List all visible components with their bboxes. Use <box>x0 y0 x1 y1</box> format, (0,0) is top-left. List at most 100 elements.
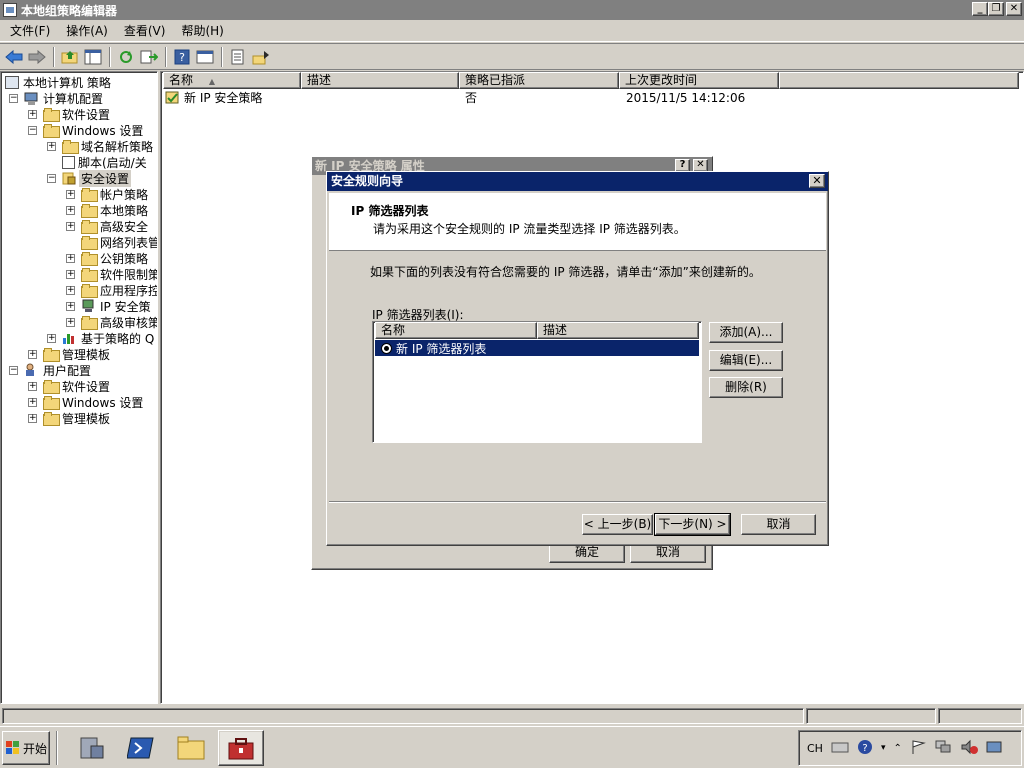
toolbar-separator <box>165 46 167 67</box>
tree-node-windows-settings[interactable]: − Windows 设置 <box>28 122 143 138</box>
tree-root[interactable]: 本地计算机 策略 <box>5 74 111 90</box>
tree-node-advanced-audit[interactable]: + 高级审核策 <box>66 314 157 330</box>
toolbar-separator <box>53 46 55 67</box>
tree-node-app-control[interactable]: + 应用程序控 <box>66 282 157 298</box>
tree-node-network-list[interactable]: 网络列表管 <box>66 234 157 250</box>
column-header-name[interactable]: 名称 ▲ <box>163 72 301 89</box>
tree-node-advanced-security[interactable]: + 高级安全 <box>66 218 148 234</box>
properties-window-icon[interactable] <box>194 46 216 68</box>
expand-icon[interactable]: + <box>66 317 75 327</box>
tree-node-user-config[interactable]: − 用户配置 <box>9 362 91 378</box>
group-policy-editor-taskbar-icon[interactable] <box>218 730 264 766</box>
language-indicator[interactable]: CH <box>807 742 823 755</box>
column-header-description[interactable]: 描述 <box>301 72 459 89</box>
filter-list[interactable]: 名称 描述 新 IP 筛选器列表 <box>372 321 702 443</box>
tree-node-admin-templates[interactable]: + 管理模板 <box>28 346 110 362</box>
filter-column-description[interactable]: 描述 <box>537 322 699 339</box>
export-list-icon[interactable] <box>138 46 160 68</box>
tree-node-account-policy[interactable]: + 帐户策略 <box>66 186 148 202</box>
expand-icon[interactable]: + <box>28 381 37 391</box>
tree-node-local-policy[interactable]: + 本地策略 <box>66 202 148 218</box>
ok-button[interactable]: 确定 <box>549 543 625 563</box>
minimize-button[interactable]: _ <box>972 2 988 16</box>
wizard-title-bar[interactable]: 安全规则向导 ✕ <box>327 172 828 191</box>
expand-icon[interactable]: + <box>66 189 75 199</box>
powershell-icon[interactable] <box>120 730 162 766</box>
show-hide-tree-icon[interactable] <box>82 46 104 68</box>
radio-selected-icon[interactable] <box>381 342 392 354</box>
tree-node-software-settings[interactable]: + 软件设置 <box>28 106 110 122</box>
expand-icon[interactable]: + <box>28 349 37 359</box>
help-circle-icon[interactable]: ? <box>857 739 873 758</box>
expand-icon[interactable]: + <box>66 253 75 263</box>
restore-button[interactable]: ❐ <box>988 2 1004 16</box>
filter-list-item[interactable]: 新 IP 筛选器列表 <box>375 340 699 356</box>
show-desktop-icon[interactable] <box>986 740 1002 757</box>
refresh-icon[interactable] <box>115 46 137 68</box>
expand-icon[interactable]: + <box>28 109 37 119</box>
window-title-bar[interactable]: 本地组策略编辑器 _ ❐ ✕ <box>0 0 1024 20</box>
folder-icon <box>62 139 79 154</box>
delete-button[interactable]: 删除(R) <box>709 377 783 398</box>
expand-icon[interactable]: + <box>66 205 75 215</box>
tree-node-software-restriction[interactable]: + 软件限制策 <box>66 266 157 282</box>
menu-help[interactable]: 帮助(H) <box>175 22 229 39</box>
collapse-icon[interactable]: − <box>47 173 56 183</box>
forward-arrow-icon[interactable] <box>26 46 48 68</box>
speaker-muted-icon[interactable] <box>960 739 978 758</box>
flag-icon[interactable] <box>910 739 926 758</box>
menu-view[interactable]: 查看(V) <box>118 22 172 39</box>
expand-icon[interactable]: + <box>66 221 75 231</box>
menu-action[interactable]: 操作(A) <box>60 22 114 39</box>
close-icon[interactable]: ✕ <box>809 174 825 188</box>
chevron-down-icon[interactable]: ▾ <box>881 743 886 753</box>
tree-node-security-settings[interactable]: − 安全设置 <box>47 169 132 187</box>
expand-icon[interactable]: + <box>66 285 75 295</box>
table-row[interactable]: 新 IP 安全策略 <box>165 90 262 106</box>
cancel-button[interactable]: 取消 <box>741 514 816 535</box>
back-arrow-icon[interactable] <box>3 46 25 68</box>
keyboard-icon[interactable] <box>831 740 849 757</box>
folder-icon <box>43 107 60 122</box>
up-folder-icon[interactable] <box>59 46 81 68</box>
folder-icon <box>81 219 98 234</box>
tree-node-user-software-settings[interactable]: + 软件设置 <box>28 378 110 394</box>
filter-column-name[interactable]: 名称 <box>375 322 537 339</box>
manage-filter-icon[interactable] <box>227 46 249 68</box>
assign-policy-icon[interactable] <box>250 46 272 68</box>
expand-icon[interactable]: + <box>28 397 37 407</box>
expand-icon[interactable]: + <box>28 413 37 423</box>
expand-icon[interactable]: + <box>66 301 75 311</box>
collapse-icon[interactable]: − <box>9 93 18 103</box>
expand-icon[interactable]: + <box>66 269 75 279</box>
start-button[interactable]: 开始 <box>2 731 50 765</box>
menu-file[interactable]: 文件(F) <box>4 22 56 39</box>
next-button[interactable]: 下一步(N) > <box>654 513 731 536</box>
server-manager-icon[interactable] <box>70 730 112 766</box>
add-button[interactable]: 添加(A)... <box>709 322 783 343</box>
tree-node-name-resolution[interactable]: + 域名解析策略 <box>47 138 153 154</box>
cancel-button[interactable]: 取消 <box>630 543 706 563</box>
back-button[interactable]: < 上一步(B) <box>582 514 653 535</box>
tree-node-policy-qos[interactable]: + 基于策略的 Q <box>47 330 154 346</box>
tree-node-user-admin-templates[interactable]: + 管理模板 <box>28 410 110 426</box>
tree-node-computer-config[interactable]: − 计算机配置 <box>9 90 103 106</box>
network-icon[interactable] <box>934 739 952 758</box>
collapse-icon[interactable]: − <box>9 365 18 375</box>
close-button[interactable]: ✕ <box>1006 2 1022 16</box>
expand-icon[interactable]: + <box>47 141 56 151</box>
column-header-label: 名称 <box>169 73 194 87</box>
edit-button[interactable]: 编辑(E)... <box>709 350 783 371</box>
file-explorer-icon[interactable] <box>170 730 212 766</box>
help-icon[interactable]: ? <box>171 46 193 68</box>
tree-node-user-windows-settings[interactable]: + Windows 设置 <box>28 394 143 410</box>
chevron-up-icon[interactable]: ⌃ <box>893 743 901 754</box>
column-header-assigned[interactable]: 策略已指派 <box>459 72 619 89</box>
tree-node-scripts[interactable]: 脚本(启动/关 <box>47 154 147 170</box>
tree-node-public-key[interactable]: + 公钥策略 <box>66 250 148 266</box>
expand-icon[interactable]: + <box>47 333 56 343</box>
column-header-modified[interactable]: 上次更改时间 <box>619 72 779 89</box>
tree-pane[interactable]: 本地计算机 策略 − 计算机配置 + 软件设置 − Windows 设置 + 域… <box>0 71 158 704</box>
collapse-icon[interactable]: − <box>28 125 37 135</box>
tree-node-ip-security[interactable]: + IP 安全策 <box>66 298 151 314</box>
